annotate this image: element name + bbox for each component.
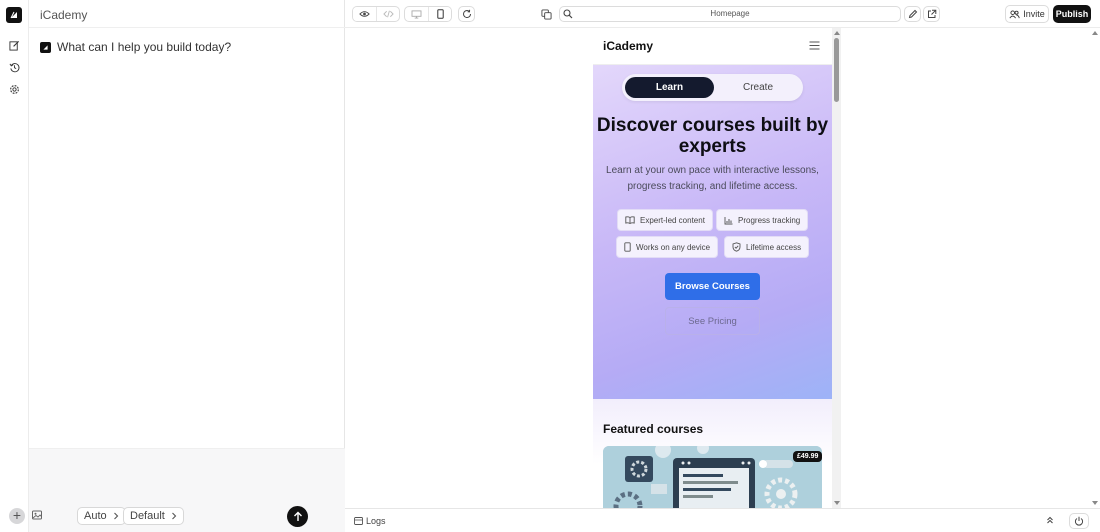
model-select-label: Default	[130, 510, 165, 522]
feature-chip-progress: Progress tracking	[716, 209, 809, 231]
edit-icon[interactable]	[6, 37, 22, 53]
feature-chip-label: Works on any device	[636, 242, 711, 252]
view-mode-toggle	[352, 6, 400, 22]
mobile-icon[interactable]	[428, 7, 451, 21]
featured-title: Featured courses	[603, 422, 704, 436]
preview-scrollbar[interactable]	[832, 28, 841, 508]
course-thumbnail	[603, 446, 822, 508]
phone-icon	[624, 242, 631, 252]
mobile-preview: iCademy Learn Create Discover courses bu…	[593, 28, 832, 508]
feature-chip-device: Works on any device	[616, 236, 719, 258]
url-text: Homepage	[710, 9, 750, 18]
mode-select-label: Auto	[84, 510, 107, 522]
url-bar[interactable]: Homepage	[559, 6, 901, 22]
feature-chip-label: Progress tracking	[738, 215, 801, 225]
bottom-bar: Logs	[345, 508, 1100, 532]
add-attachment-button[interactable]: +	[9, 508, 25, 524]
preview-scroll-thumb[interactable]	[834, 38, 839, 102]
power-icon[interactable]	[1069, 513, 1089, 529]
device-toggle	[404, 6, 452, 22]
external-link-icon[interactable]	[923, 6, 940, 22]
desktop-icon[interactable]	[405, 7, 428, 21]
chevron-right-icon	[113, 512, 118, 520]
preview-scroll-down[interactable]	[834, 501, 840, 505]
refresh-icon[interactable]	[458, 6, 475, 22]
settings-icon[interactable]	[6, 81, 22, 97]
copy-icon[interactable]	[538, 6, 555, 22]
arrow-up-icon	[293, 511, 302, 521]
hero-section: Learn Create Discover courses built by e…	[593, 65, 832, 399]
logs-toggle[interactable]: Logs	[354, 516, 386, 526]
feature-chip-label: Expert-led content	[640, 215, 705, 225]
bar-chart-icon	[724, 216, 733, 224]
course-card[interactable]: £49.99	[603, 446, 822, 508]
pencil-icon[interactable]	[904, 6, 921, 22]
mode-select[interactable]: Auto	[77, 507, 126, 525]
project-title: iCademy	[40, 8, 88, 22]
publish-button[interactable]: Publish	[1053, 5, 1091, 23]
browse-courses-button[interactable]: Browse Courses	[665, 273, 760, 300]
tab-learn[interactable]: Learn	[625, 77, 714, 98]
feature-chip-expert: Expert-led content	[617, 209, 713, 231]
feature-chip-label: Lifetime access	[746, 242, 802, 252]
see-pricing-button[interactable]: See Pricing	[665, 307, 760, 335]
canvas-scroll-up[interactable]	[1092, 31, 1098, 35]
users-icon	[1009, 9, 1020, 18]
preview-toolbar: Homepage Invite Publish	[345, 0, 1100, 28]
hero-title: Discover courses built by experts	[596, 115, 829, 157]
price-badge: £49.99	[793, 451, 822, 462]
expand-up-icon[interactable]	[1045, 515, 1057, 527]
app-logo-icon[interactable]	[6, 7, 22, 23]
assistant-avatar-icon	[40, 41, 51, 53]
tab-create[interactable]: Create	[716, 77, 800, 98]
preview-eye-icon[interactable]	[353, 7, 376, 21]
preview-scroll-up[interactable]	[834, 31, 840, 35]
canvas-scroll-down[interactable]	[1092, 501, 1098, 505]
logs-label: Logs	[366, 516, 386, 526]
icon-rail	[0, 0, 29, 532]
hamburger-menu-icon[interactable]	[809, 41, 820, 50]
feature-chip-lifetime: Lifetime access	[724, 236, 810, 258]
send-button[interactable]	[287, 506, 308, 527]
chat-panel: iCademy What can I help you build today?	[29, 0, 345, 532]
model-select[interactable]: Default	[123, 507, 184, 525]
chat-header: iCademy	[29, 0, 345, 28]
invite-button[interactable]: Invite	[1005, 5, 1049, 23]
image-icon[interactable]	[31, 509, 43, 521]
chat-message-text: What can I help you build today?	[57, 40, 232, 54]
featured-section: Featured courses £49.99	[593, 399, 832, 508]
code-icon[interactable]	[376, 7, 399, 21]
shield-icon	[732, 242, 741, 252]
book-icon	[625, 216, 635, 224]
chat-message: What can I help you build today?	[40, 40, 231, 54]
invite-button-label: Invite	[1023, 9, 1045, 19]
app-navbar: iCademy	[593, 28, 832, 65]
history-icon[interactable]	[6, 59, 22, 75]
hero-subtitle: Learn at your own pace with interactive …	[606, 165, 819, 192]
app-brand[interactable]: iCademy	[603, 39, 653, 53]
learn-create-toggle: Learn Create	[622, 74, 803, 101]
panel-icon	[354, 517, 363, 525]
chevron-right-icon	[171, 512, 177, 520]
